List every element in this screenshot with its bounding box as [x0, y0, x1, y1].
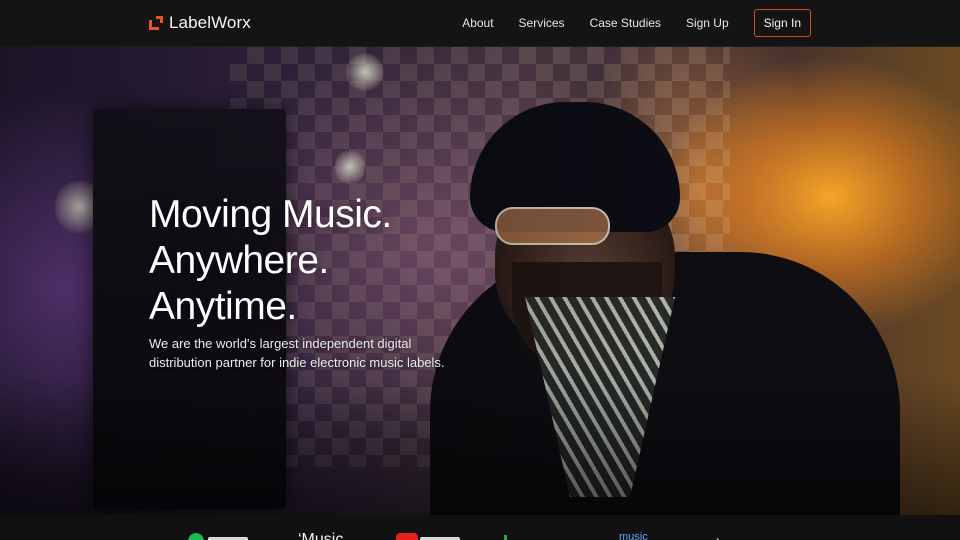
hero-subtitle: We are the world's largest independent d…: [149, 336, 445, 370]
partner-logo-icon: [504, 535, 507, 540]
hero-title: Moving Music. Anywhere. Anytime.: [149, 192, 392, 330]
brand-logo[interactable]: LabelWorx: [149, 13, 251, 33]
youtube-logo-icon: [396, 533, 418, 540]
hero-section: Moving Music. Anywhere. Anytime. We are …: [0, 47, 960, 515]
brand-name: LabelWorx: [169, 13, 251, 32]
top-navigation: LabelWorx About Services Case Studies Si…: [0, 0, 960, 47]
hero-title-line: Anytime.: [149, 285, 297, 328]
nav-link-case-studies[interactable]: Case Studies: [590, 16, 661, 30]
spotify-logo-icon: [188, 533, 204, 540]
hero-title-line: Moving Music.: [149, 193, 392, 236]
sign-in-button[interactable]: Sign In: [753, 9, 811, 37]
partner-logo-strip: ‘Music music ›: [0, 515, 960, 540]
labelworx-logo-icon: [149, 16, 163, 30]
apple-music-logo: ‘Music: [298, 531, 344, 540]
nav-link-about[interactable]: About: [462, 16, 493, 30]
music-partner-logo: music: [619, 531, 648, 540]
hero-overlay: [0, 47, 960, 515]
arrow-icon: ›: [716, 533, 720, 540]
nav-link-sign-up[interactable]: Sign Up: [686, 16, 729, 30]
hero-title-line: Anywhere.: [149, 239, 329, 282]
nav-links: About Services Case Studies Sign Up Sign…: [437, 9, 811, 37]
nav-link-services[interactable]: Services: [519, 16, 565, 30]
